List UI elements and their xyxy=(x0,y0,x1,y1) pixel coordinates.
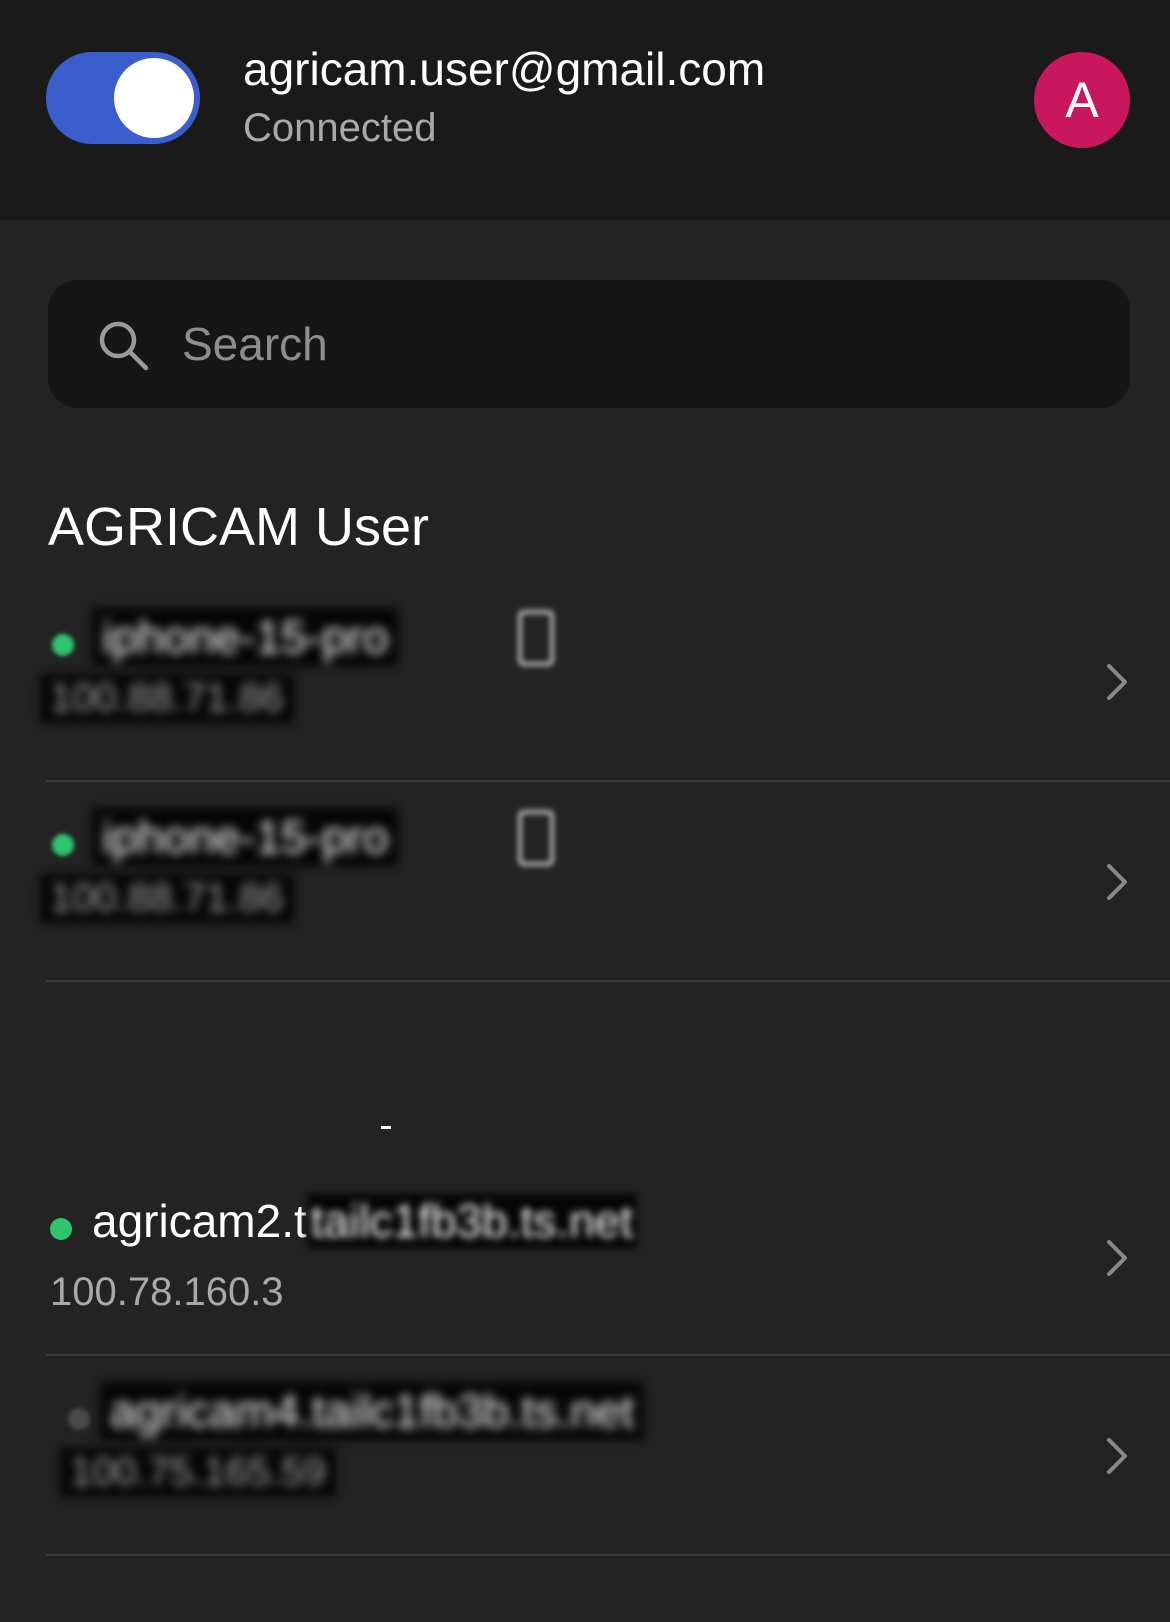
device-ip: 100.75.165.59 xyxy=(60,1448,336,1497)
chevron-right-icon xyxy=(1107,1438,1127,1474)
device-name-visible: agricam2.t xyxy=(92,1195,307,1247)
hidden-section-title xyxy=(381,1126,391,1129)
device-ip: 100.88.71.86 xyxy=(40,674,294,723)
avatar[interactable]: A xyxy=(1034,52,1130,148)
section-title: AGRICAM User xyxy=(48,497,430,557)
search-input[interactable] xyxy=(182,300,1082,388)
device-row[interactable]: agricam2.ttailc1fb3b.ts.net 100.78.160.3 xyxy=(0,1156,1170,1356)
device-row[interactable]: iphone-15-pro 100.88.71.86 xyxy=(0,782,1170,982)
chevron-right-icon xyxy=(1107,1240,1127,1276)
device-row[interactable]: agricam4.tailc1fb3b.ts.net 100.75.165.59 xyxy=(0,1356,1170,1556)
vpn-toggle[interactable] xyxy=(46,52,200,144)
account-email: agricam.user@gmail.com xyxy=(243,43,766,95)
device-row[interactable]: iphone-15-pro 100.88.71.86 xyxy=(0,582,1170,782)
search-icon xyxy=(99,321,149,371)
device-name: agricam2.ttailc1fb3b.ts.net xyxy=(92,1194,637,1248)
device-name: iphone-15-pro xyxy=(92,608,399,666)
avatar-initial: A xyxy=(1065,72,1099,128)
device-name: iphone-15-pro xyxy=(92,808,399,866)
phone-icon xyxy=(518,610,554,666)
online-status-dot xyxy=(52,834,74,856)
online-status-dot xyxy=(50,1218,72,1240)
divider xyxy=(46,980,1170,982)
device-name-redacted: tailc1fb3b.ts.net xyxy=(306,1194,637,1248)
offline-status-dot xyxy=(68,1408,90,1430)
phone-icon xyxy=(518,810,554,866)
toggle-knob xyxy=(114,58,194,138)
device-ip: 100.78.160.3 xyxy=(50,1270,284,1314)
account-header: agricam.user@gmail.com Connected A xyxy=(0,0,1170,220)
app-screen: agricam.user@gmail.com Connected A AGRIC… xyxy=(0,0,1170,1622)
chevron-right-icon xyxy=(1107,664,1127,700)
device-ip: 100.88.71.86 xyxy=(40,874,294,923)
device-name: agricam4.tailc1fb3b.ts.net xyxy=(100,1382,645,1440)
divider xyxy=(46,1554,1170,1556)
connection-status: Connected xyxy=(243,106,437,150)
online-status-dot xyxy=(52,634,74,656)
chevron-right-icon xyxy=(1107,864,1127,900)
